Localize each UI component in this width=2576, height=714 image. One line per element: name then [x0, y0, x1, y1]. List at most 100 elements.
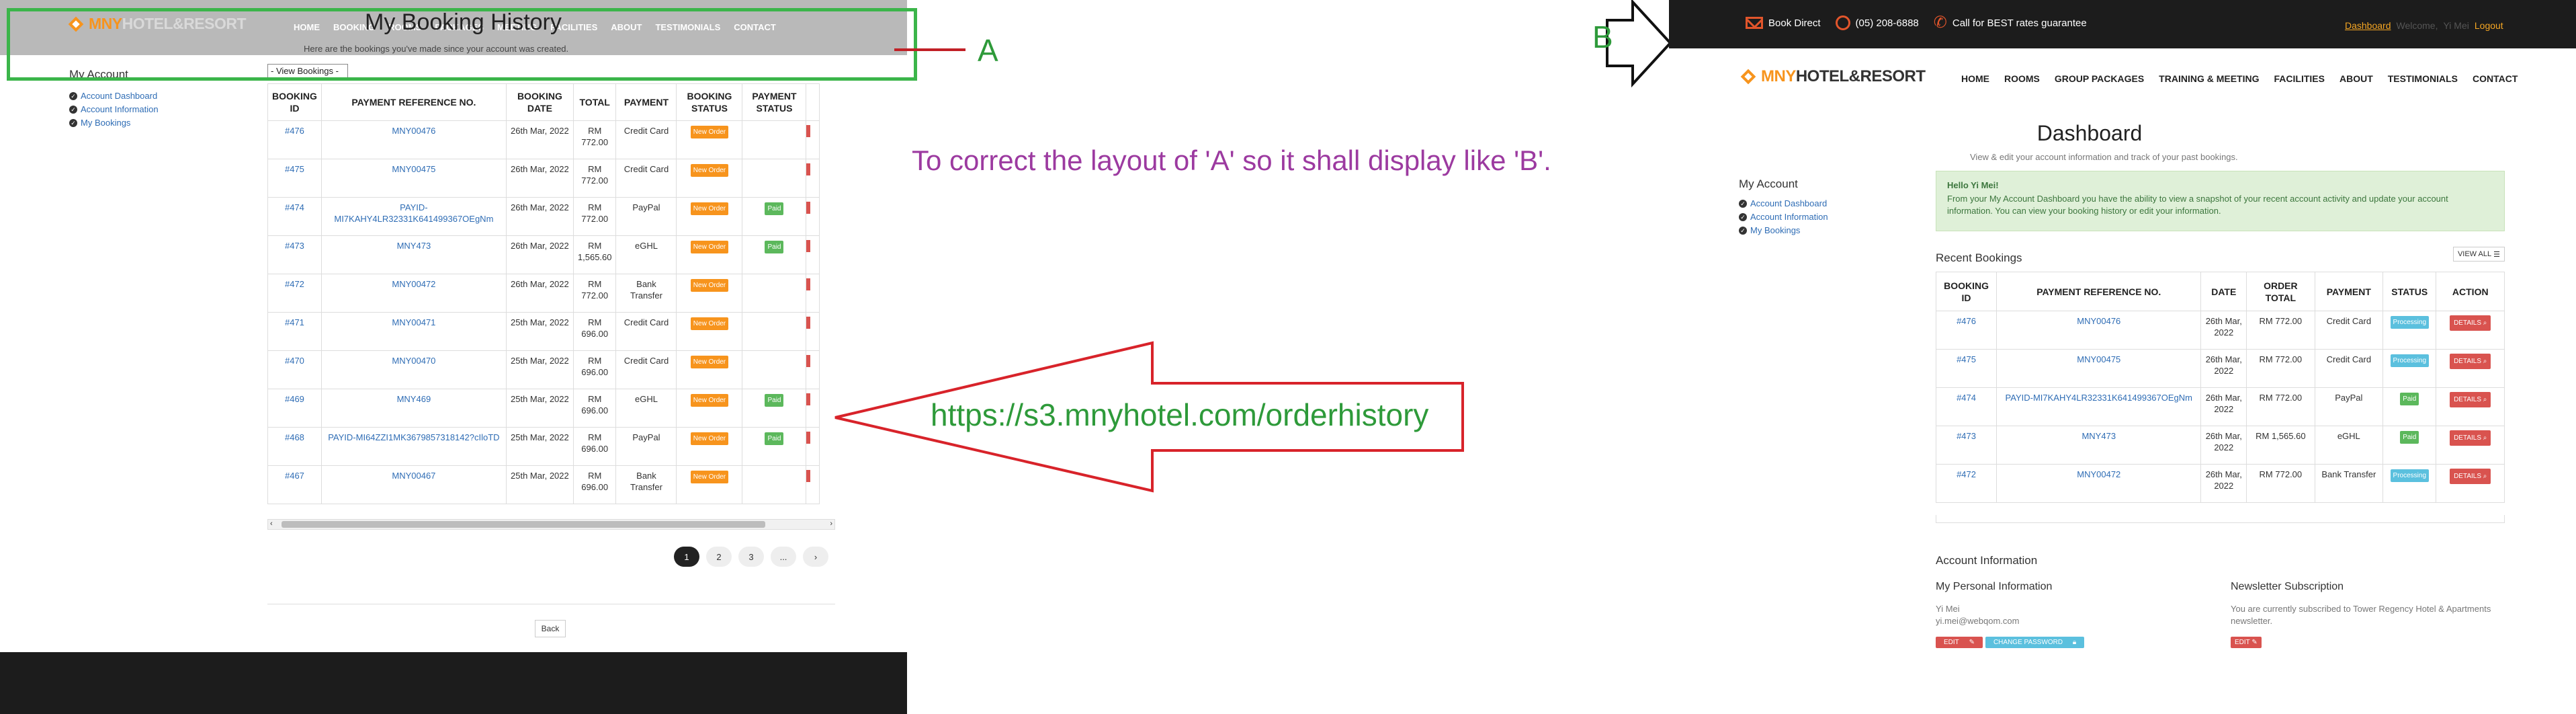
booking-id-cell[interactable]: #472 — [267, 274, 322, 313]
action-cell[interactable] — [806, 312, 820, 351]
payment-ref-link[interactable]: MNY00476 — [392, 126, 435, 136]
action-cell[interactable] — [806, 274, 820, 313]
booking-id-cell[interactable]: #467 — [267, 465, 322, 504]
action-cell[interactable] — [806, 350, 820, 389]
account-link[interactable]: ✓ Account Dashboard — [1739, 197, 1828, 210]
account-information-link[interactable]: Account Information — [81, 103, 159, 116]
payment-ref-link[interactable]: MNY00467 — [392, 471, 435, 481]
booking-id-link[interactable]: #476 — [285, 126, 304, 136]
action-cell[interactable] — [806, 235, 820, 274]
back-button[interactable]: Back — [535, 620, 566, 637]
account-link[interactable]: ✓ My Bookings — [1739, 224, 1828, 237]
payment-ref-cell[interactable]: MNY00470 — [320, 350, 507, 389]
details-button-clipped[interactable] — [806, 393, 811, 405]
booking-id-cell[interactable]: #476 — [1935, 311, 1998, 350]
payment-ref-cell[interactable]: PAYID-MI64ZZI1MK3679857318142?cIloTD — [320, 427, 507, 466]
payment-ref-link[interactable]: MNY00472 — [2077, 469, 2120, 479]
payment-ref-link[interactable]: PAYID-MI7KAHY4LR32331K641499367OEgNm — [334, 202, 493, 224]
booking-id-cell[interactable]: #476 — [267, 120, 322, 159]
payment-ref-link[interactable]: PAYID-MI7KAHY4LR32331K641499367OEgNm — [2006, 393, 2192, 403]
nav-item[interactable]: TRAINING & MEETING — [2159, 73, 2259, 84]
booking-id-cell[interactable]: #474 — [267, 197, 322, 236]
account-information-link[interactable]: Account Information — [1750, 210, 1828, 224]
payment-ref-link[interactable]: MNY00471 — [392, 317, 435, 327]
booking-id-cell[interactable]: #475 — [1935, 349, 1998, 388]
payment-ref-link[interactable]: PAYID-MI64ZZI1MK3679857318142?cIloTD — [328, 432, 499, 442]
booking-id-link[interactable]: #472 — [285, 279, 304, 289]
scroll-left-icon[interactable]: ‹ — [270, 520, 273, 528]
page-button[interactable]: 1 — [674, 547, 699, 567]
booking-id-cell[interactable]: #475 — [267, 159, 322, 198]
payment-ref-link[interactable]: MNY469 — [397, 394, 431, 404]
payment-ref-cell[interactable]: MNY00476 — [320, 120, 507, 159]
action-cell[interactable] — [806, 159, 820, 198]
booking-id-link[interactable]: #472 — [1957, 469, 1976, 479]
booking-id-link[interactable]: #476 — [1957, 316, 1976, 326]
book-direct-item[interactable]: Book Direct — [1746, 17, 1821, 29]
details-button-clipped[interactable] — [806, 125, 811, 137]
payment-ref-cell[interactable]: MNY00475 — [320, 159, 507, 198]
account-link[interactable]: ✓ My Bookings — [69, 116, 159, 130]
account-link[interactable]: ✓ Account Information — [69, 103, 159, 116]
nav-item[interactable]: ABOUT — [2339, 73, 2373, 84]
booking-id-link[interactable]: #473 — [1957, 431, 1976, 441]
booking-id-cell[interactable]: #470 — [267, 350, 322, 389]
scroll-right-icon[interactable]: › — [830, 520, 832, 528]
details-button[interactable]: DETAILS ⌕ — [2450, 392, 2491, 407]
edit-newsletter-button[interactable]: EDIT ✎ — [2231, 637, 2262, 648]
payment-ref-cell[interactable]: MNY469 — [320, 389, 507, 428]
booking-id-link[interactable]: #467 — [285, 471, 304, 481]
booking-id-cell[interactable]: #469 — [267, 389, 322, 428]
account-link[interactable]: ✓ Account Dashboard — [69, 89, 159, 103]
action-cell[interactable] — [806, 389, 820, 428]
details-button-clipped[interactable] — [806, 470, 811, 482]
nav-item[interactable]: GROUP PACKAGES — [2055, 73, 2144, 84]
booking-id-link[interactable]: #474 — [285, 202, 304, 212]
payment-ref-cell[interactable]: MNY00471 — [320, 312, 507, 351]
details-button-clipped[interactable] — [806, 432, 811, 444]
details-button[interactable]: DETAILS ⌕ — [2450, 469, 2491, 484]
payment-ref-cell[interactable]: MNY00476 — [1996, 311, 2202, 350]
payment-ref-cell[interactable]: MNY473 — [1996, 426, 2202, 465]
logout-link[interactable]: Logout — [2475, 20, 2503, 31]
my-bookings-link[interactable]: My Bookings — [1750, 224, 1800, 237]
action-cell[interactable] — [806, 120, 820, 159]
action-cell[interactable] — [806, 427, 820, 466]
change-password-button[interactable]: CHANGE PASSWORD 🔒︎ — [1985, 637, 2085, 648]
booking-id-cell[interactable]: #471 — [267, 312, 322, 351]
nav-item[interactable]: CONTACT — [2473, 73, 2518, 84]
booking-id-cell[interactable]: #474 — [1935, 387, 1998, 426]
payment-ref-link[interactable]: MNY00472 — [392, 279, 435, 289]
action-cell[interactable] — [806, 197, 820, 236]
account-link[interactable]: ✓ Account Information — [1739, 210, 1828, 224]
payment-ref-link[interactable]: MNY00476 — [2077, 316, 2120, 326]
booking-id-link[interactable]: #470 — [285, 356, 304, 366]
booking-id-link[interactable]: #471 — [285, 317, 304, 327]
page-button[interactable]: 3 — [738, 547, 764, 567]
booking-id-cell[interactable]: #472 — [1935, 464, 1998, 503]
payment-ref-link[interactable]: MNY473 — [2081, 431, 2116, 441]
booking-id-cell[interactable]: #468 — [267, 427, 322, 466]
action-cell[interactable] — [806, 465, 820, 504]
view-all-button[interactable]: VIEW ALL ☰ — [2453, 247, 2505, 262]
payment-ref-cell[interactable]: MNY00467 — [320, 465, 507, 504]
account-dashboard-link[interactable]: Account Dashboard — [81, 89, 157, 103]
account-dashboard-link[interactable]: Account Dashboard — [1750, 197, 1827, 210]
details-button-clipped[interactable] — [806, 278, 811, 290]
payment-ref-cell[interactable]: MNY00472 — [320, 274, 507, 313]
payment-ref-link[interactable]: MNY00470 — [392, 356, 435, 366]
dashboard-link[interactable]: Dashboard — [2345, 20, 2391, 31]
scroll-thumb[interactable] — [282, 521, 765, 528]
payment-ref-cell[interactable]: MNY473 — [320, 235, 507, 274]
booking-id-cell[interactable]: #473 — [267, 235, 322, 274]
edit-info-button[interactable]: EDIT ✎ — [1936, 637, 1983, 648]
details-button-clipped[interactable] — [806, 240, 811, 252]
nav-item[interactable]: HOME — [1961, 73, 1989, 84]
payment-ref-link[interactable]: MNY473 — [397, 241, 431, 251]
payment-ref-cell[interactable]: PAYID-MI7KAHY4LR32331K641499367OEgNm — [320, 197, 507, 236]
booking-id-link[interactable]: #474 — [1957, 393, 1976, 403]
booking-id-link[interactable]: #473 — [285, 241, 304, 251]
booking-id-link[interactable]: #468 — [285, 432, 304, 442]
page-button[interactable]: 2 — [706, 547, 732, 567]
details-button[interactable]: DETAILS ⌕ — [2450, 354, 2491, 369]
